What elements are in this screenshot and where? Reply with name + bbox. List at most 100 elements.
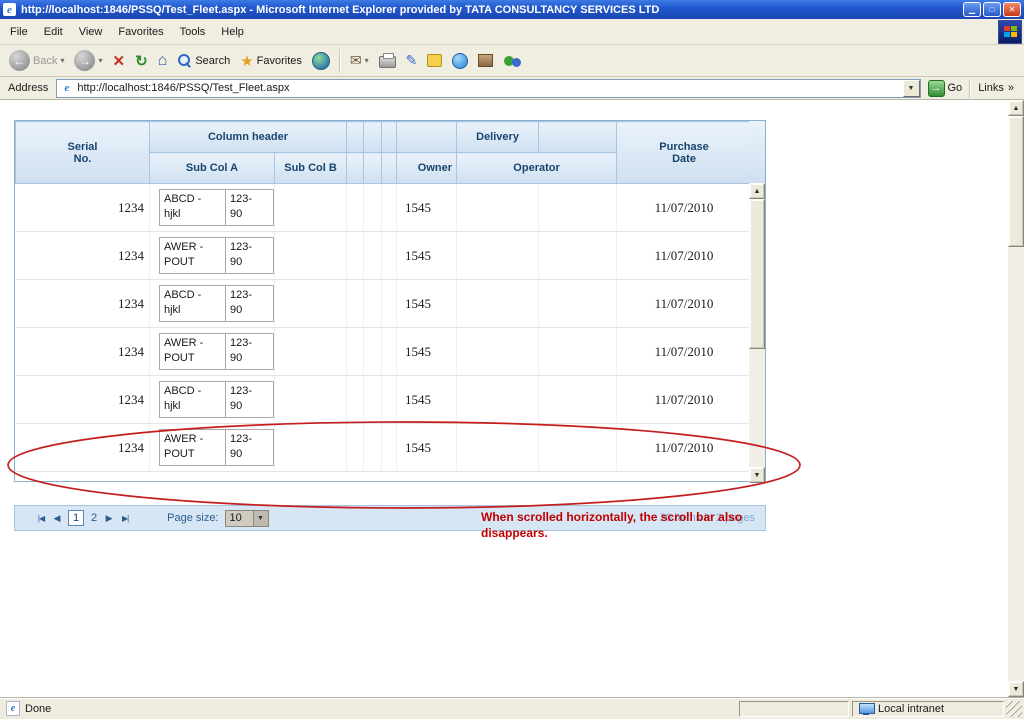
scroll-up-icon[interactable]: ▲	[749, 183, 765, 199]
scroll-up-icon[interactable]: ▲	[1008, 100, 1024, 116]
forward-button[interactable]: → ▾	[69, 47, 107, 75]
sub-cell-a2: 123- 90	[226, 285, 274, 322]
cell-empty	[381, 231, 398, 280]
page-scrollbar-thumb[interactable]	[1008, 116, 1024, 247]
menu-view[interactable]: View	[71, 22, 111, 42]
cell-purchase-date: 11/07/2010	[616, 231, 753, 280]
mail-button[interactable]: ✉ ▾	[345, 47, 374, 75]
research-button[interactable]	[473, 47, 498, 75]
col-empty-6	[346, 152, 365, 184]
cell-empty	[381, 183, 398, 232]
sub-col-a-label: Sub Col A	[185, 162, 239, 174]
col-empty-8	[381, 152, 398, 184]
cell-owner: 1545	[396, 327, 458, 376]
delivery-header-label: Delivery	[476, 131, 519, 143]
col-column-header: Column header	[148, 121, 348, 153]
window-title: http://localhost:1846/PSSQ/Test_Fleet.as…	[21, 3, 660, 16]
chevron-down-icon[interactable]: ▾	[60, 56, 64, 65]
page-vertical-scrollbar[interactable]: ▲ ▼	[1008, 100, 1024, 697]
cell-serial: 1234	[15, 231, 150, 280]
ie-page-icon: e	[6, 701, 20, 716]
sub-cell-a1: AWER - POUT	[159, 333, 226, 370]
cell-empty	[456, 183, 540, 232]
cell-purchase-date: 11/07/2010	[616, 375, 753, 424]
page-size-label: Page size:	[167, 512, 219, 524]
cell-purchase-date: 11/07/2010	[616, 183, 753, 232]
sub-cell-a2: 123- 90	[226, 381, 274, 418]
forward-icon: →	[74, 50, 96, 71]
home-button[interactable]: ⌂	[153, 47, 173, 75]
windows-flag-icon	[1003, 26, 1017, 37]
links-chevron-icon: »	[1007, 82, 1014, 94]
sub-cell-a1: ABCD - hjkl	[159, 285, 226, 322]
col-delivery: Delivery	[456, 121, 540, 153]
maximize-button[interactable]: □	[983, 2, 1001, 17]
status-text: Done	[25, 702, 52, 715]
back-button[interactable]: ← Back ▾	[4, 47, 69, 75]
research-icon	[478, 54, 494, 67]
favorites-button[interactable]: ★ Favorites	[235, 47, 307, 75]
address-dropdown-button[interactable]: ▼	[902, 79, 920, 97]
column-header-label: Column header	[207, 131, 289, 143]
edit-button[interactable]: ✎	[401, 47, 423, 75]
page-content: Serial No. Column header Delivery Purcha…	[0, 100, 1008, 697]
cell-empty	[346, 375, 365, 424]
pager-next-button[interactable]: ▶	[101, 509, 117, 527]
pager-page-2-link[interactable]: 2	[87, 512, 101, 524]
go-label: Go	[947, 82, 963, 94]
menu-favorites[interactable]: Favorites	[110, 22, 171, 42]
address-url-text: http://localhost:1846/PSSQ/Test_Fleet.as…	[77, 82, 290, 94]
menu-file[interactable]: File	[2, 22, 36, 42]
scroll-down-icon[interactable]: ▼	[1008, 681, 1024, 697]
menu-tools[interactable]: Tools	[172, 22, 214, 42]
resize-grip[interactable]	[1006, 700, 1022, 717]
cell-empty	[381, 375, 398, 424]
cell-empty	[274, 327, 348, 376]
grid-scrollbar-thumb[interactable]	[749, 199, 765, 349]
stop-button[interactable]: ✕	[108, 47, 131, 75]
minimize-button[interactable]: ▁	[963, 2, 981, 17]
page-size-dropdown[interactable]: 10 ▼	[224, 509, 269, 527]
col-empty-4	[396, 121, 458, 153]
pager-first-button[interactable]: |◀	[33, 509, 49, 527]
status-message: e Done	[2, 701, 736, 717]
cell-purchase-date: 11/07/2010	[616, 423, 753, 472]
annotation-text: When scrolled horizontally, the scroll b…	[481, 510, 743, 540]
links-label: Links	[978, 82, 1004, 94]
pager-page-1-current[interactable]: 1	[68, 510, 84, 526]
messenger-button[interactable]	[447, 47, 473, 75]
pager-last-button[interactable]: ▶|	[117, 509, 133, 527]
search-icon	[177, 53, 192, 68]
search-button[interactable]: Search	[172, 47, 235, 75]
mail-icon: ✉	[349, 52, 362, 68]
menu-edit[interactable]: Edit	[36, 22, 71, 42]
chevron-down-icon[interactable]: ▼	[252, 510, 268, 526]
col-operator: Operator	[456, 152, 618, 184]
grid-vertical-scrollbar[interactable]: ▲ ▼	[749, 183, 765, 483]
menu-help[interactable]: Help	[213, 22, 252, 42]
stop-icon: ✕	[112, 52, 126, 70]
table-row: 1234 AWER - POUT 123- 90 1545 11/07/2010	[15, 327, 753, 376]
chevron-down-icon[interactable]: ▾	[365, 56, 369, 65]
discuss-button[interactable]	[422, 47, 447, 75]
sub-cell-a1: AWER - POUT	[159, 237, 226, 274]
close-button[interactable]: ✕	[1003, 2, 1021, 17]
print-button[interactable]	[374, 47, 401, 75]
address-input[interactable]: e http://localhost:1846/PSSQ/Test_Fleet.…	[56, 78, 921, 98]
scroll-down-icon[interactable]: ▼	[749, 467, 765, 483]
go-button[interactable]: → Go	[921, 79, 970, 97]
cell-serial: 1234	[15, 375, 150, 424]
cell-empty	[538, 375, 618, 424]
cell-empty	[381, 279, 398, 328]
msn-button[interactable]	[498, 47, 527, 75]
standard-buttons-toolbar: ← Back ▾ → ▾ ✕ ↻ ⌂ Search ★ Favorites ✉ …	[0, 45, 1024, 77]
refresh-button[interactable]: ↻	[130, 47, 153, 75]
cell-empty	[274, 375, 348, 424]
go-arrow-icon: →	[927, 79, 945, 97]
pager-prev-button[interactable]: ◀	[49, 509, 65, 527]
chevron-down-icon[interactable]: ▾	[98, 56, 102, 65]
history-button[interactable]	[307, 47, 335, 75]
cell-empty	[381, 423, 398, 472]
cell-empty	[363, 183, 383, 232]
links-menu[interactable]: Links »	[971, 82, 1022, 94]
